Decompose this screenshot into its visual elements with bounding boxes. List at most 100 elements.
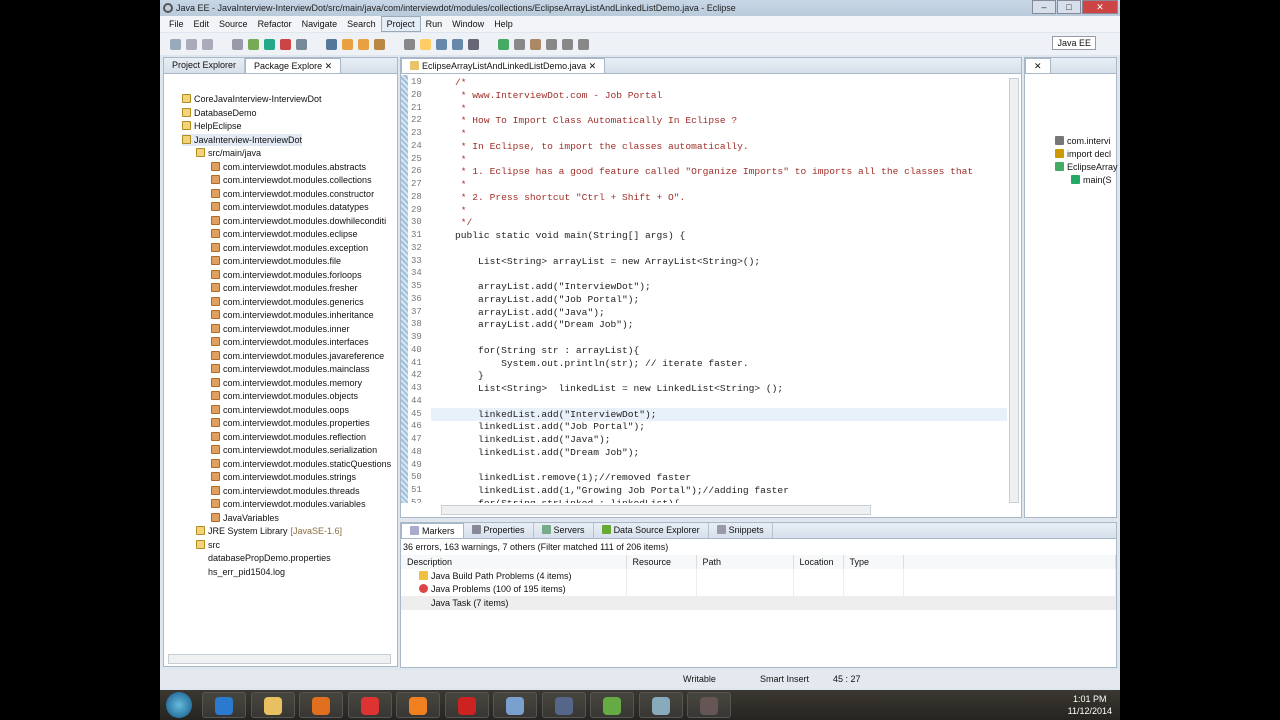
tree-package[interactable]: com.interviewdot.modules.eclipse xyxy=(211,228,358,240)
toolbar-button-icon[interactable] xyxy=(562,38,573,50)
code-editor[interactable]: 19 /* 20 * www.InterviewDot.com - Job Por… xyxy=(401,75,1007,503)
toolbar-button-icon[interactable] xyxy=(420,38,431,50)
outline-item[interactable]: import decl xyxy=(1055,149,1111,159)
tab-properties[interactable]: Properties xyxy=(464,523,534,538)
column-header-path[interactable]: Path xyxy=(696,555,794,569)
column-header-resource[interactable]: Resource xyxy=(626,555,697,569)
outline-item[interactable]: com.intervi xyxy=(1055,136,1111,146)
tree-package[interactable]: com.interviewdot.modules.inheritance xyxy=(211,309,374,321)
outline-item[interactable]: main(S xyxy=(1071,175,1112,185)
tree-package[interactable]: com.interviewdot.modules.objects xyxy=(211,390,358,402)
toolbar-button-icon[interactable] xyxy=(202,38,213,50)
menu-run[interactable]: Run xyxy=(421,17,448,31)
maximize-button[interactable]: □ xyxy=(1057,0,1081,14)
outline-item[interactable]: EclipseArray xyxy=(1055,162,1118,172)
tree-package[interactable]: com.interviewdot.modules.memory xyxy=(211,377,362,389)
toolbar-button-icon[interactable] xyxy=(358,38,369,50)
tree-item[interactable]: databasePropDemo.properties xyxy=(196,552,331,564)
close-button[interactable]: ✕ xyxy=(1082,0,1118,14)
tree-package[interactable]: com.interviewdot.modules.inner xyxy=(211,323,350,335)
taskbar-app-button[interactable] xyxy=(202,692,246,718)
tree-package[interactable]: com.interviewdot.modules.serialization xyxy=(211,444,377,456)
taskbar-app-button[interactable] xyxy=(444,692,489,718)
marker-row[interactable]: Java Task (7 items) xyxy=(401,596,1116,610)
tab-snippets[interactable]: Snippets xyxy=(709,523,773,538)
toolbar-button-icon[interactable] xyxy=(232,38,243,50)
tree-jre-library[interactable]: JRE System Library [JavaSE-1.6] xyxy=(196,525,342,537)
toolbar-button-icon[interactable] xyxy=(514,38,525,50)
toolbar-button-icon[interactable] xyxy=(530,38,541,50)
taskbar-app-button[interactable] xyxy=(687,692,731,718)
column-header-location[interactable]: Location xyxy=(793,555,844,569)
start-button[interactable] xyxy=(166,692,192,718)
taskbar-app-button[interactable] xyxy=(493,692,537,718)
tree-package[interactable]: com.interviewdot.modules.staticQuestions xyxy=(211,458,391,470)
toolbar-button-icon[interactable] xyxy=(404,38,415,50)
tree-package[interactable]: com.interviewdot.modules.strings xyxy=(211,471,356,483)
menu-edit[interactable]: Edit xyxy=(189,17,215,31)
tree-package[interactable]: com.interviewdot.modules.datatypes xyxy=(211,201,369,213)
taskbar-app-button[interactable] xyxy=(590,692,634,718)
tree-package[interactable]: com.interviewdot.modules.constructor xyxy=(211,188,374,200)
tree-project[interactable]: JavaInterview-InterviewDot xyxy=(182,133,303,146)
toolbar-button-icon[interactable] xyxy=(436,38,447,50)
tree-source-folder[interactable]: src/main/java xyxy=(196,147,261,159)
column-header-type[interactable]: Type xyxy=(843,555,904,569)
toolbar-button-icon[interactable] xyxy=(170,38,181,50)
toolbar-button-icon[interactable] xyxy=(264,38,275,50)
tab-package-explorer[interactable]: Package Explore ✕ xyxy=(245,58,342,73)
toolbar-button-icon[interactable] xyxy=(374,38,385,50)
tree-project[interactable]: CoreJavaInterview-InterviewDot xyxy=(182,93,322,105)
editor-tab[interactable]: EclipseArrayListAndLinkedListDemo.java ✕ xyxy=(401,58,606,73)
menu-file[interactable]: File xyxy=(164,17,189,31)
tab-project-explorer[interactable]: Project Explorer xyxy=(164,58,246,73)
horizontal-scrollbar[interactable] xyxy=(168,654,391,664)
toolbar-button-icon[interactable] xyxy=(498,38,509,50)
taskbar-app-button[interactable] xyxy=(250,692,295,718)
toolbar-button-icon[interactable] xyxy=(546,38,557,50)
taskbar-app-button[interactable] xyxy=(299,692,343,718)
tree-package[interactable]: com.interviewdot.modules.interfaces xyxy=(211,336,369,348)
tree-package[interactable]: com.interviewdot.modules.variables xyxy=(211,498,366,510)
tree-package[interactable]: com.interviewdot.modules.reflection xyxy=(211,431,366,443)
menu-help[interactable]: Help xyxy=(489,17,518,31)
toolbar-button-icon[interactable] xyxy=(342,38,353,50)
taskbar-app-button[interactable] xyxy=(541,692,586,718)
tree-package[interactable]: com.interviewdot.modules.javareference xyxy=(211,350,384,362)
tree-item[interactable]: hs_err_pid1504.log xyxy=(196,566,285,578)
outline-tab[interactable]: ✕ xyxy=(1025,58,1051,73)
taskbar-app-button[interactable] xyxy=(638,692,683,718)
taskbar-app-button[interactable] xyxy=(347,692,392,718)
tree-package[interactable]: com.interviewdot.modules.fresher xyxy=(211,282,358,294)
tab-servers[interactable]: Servers xyxy=(534,523,594,538)
tree-project[interactable]: DatabaseDemo xyxy=(182,107,257,119)
menu-source[interactable]: Source xyxy=(214,17,253,31)
system-clock[interactable]: 1:01 PM 11/12/2014 xyxy=(1068,693,1112,717)
perspective-java-ee[interactable]: Java EE xyxy=(1052,36,1096,50)
tree-package[interactable]: com.interviewdot.modules.properties xyxy=(211,417,370,429)
toolbar-button-icon[interactable] xyxy=(452,38,463,50)
toolbar-button-icon[interactable] xyxy=(468,38,479,50)
column-header-description[interactable]: Description xyxy=(401,555,627,569)
tree-package[interactable]: com.interviewdot.modules.forloops xyxy=(211,269,362,281)
horizontal-scrollbar[interactable] xyxy=(441,505,871,515)
marker-row[interactable]: Java Problems (100 of 195 items) xyxy=(401,582,1116,596)
tree-package[interactable]: com.interviewdot.modules.threads xyxy=(211,485,360,497)
tree-package[interactable]: com.interviewdot.modules.file xyxy=(211,255,341,267)
tree-project[interactable]: HelpEclipse xyxy=(182,120,242,132)
toolbar-button-icon[interactable] xyxy=(280,38,291,50)
tree-package[interactable]: com.interviewdot.modules.dowhileconditi xyxy=(211,215,386,227)
menu-project[interactable]: Project xyxy=(380,16,421,32)
tree-package[interactable]: com.interviewdot.modules.collections xyxy=(211,174,372,186)
toolbar-button-icon[interactable] xyxy=(248,38,259,50)
toolbar-button-icon[interactable] xyxy=(186,38,197,50)
tab-markers[interactable]: Markers xyxy=(401,523,464,538)
menu-window[interactable]: Window xyxy=(447,17,489,31)
toolbar-button-icon[interactable] xyxy=(326,38,337,50)
toolbar-button-icon[interactable] xyxy=(296,38,307,50)
tree-package[interactable]: com.interviewdot.modules.oops xyxy=(211,404,349,416)
menu-refactor[interactable]: Refactor xyxy=(253,17,297,31)
menu-navigate[interactable]: Navigate xyxy=(297,17,343,31)
tab-data-source-explorer[interactable]: Data Source Explorer xyxy=(594,523,709,538)
toolbar-button-icon[interactable] xyxy=(578,38,589,50)
